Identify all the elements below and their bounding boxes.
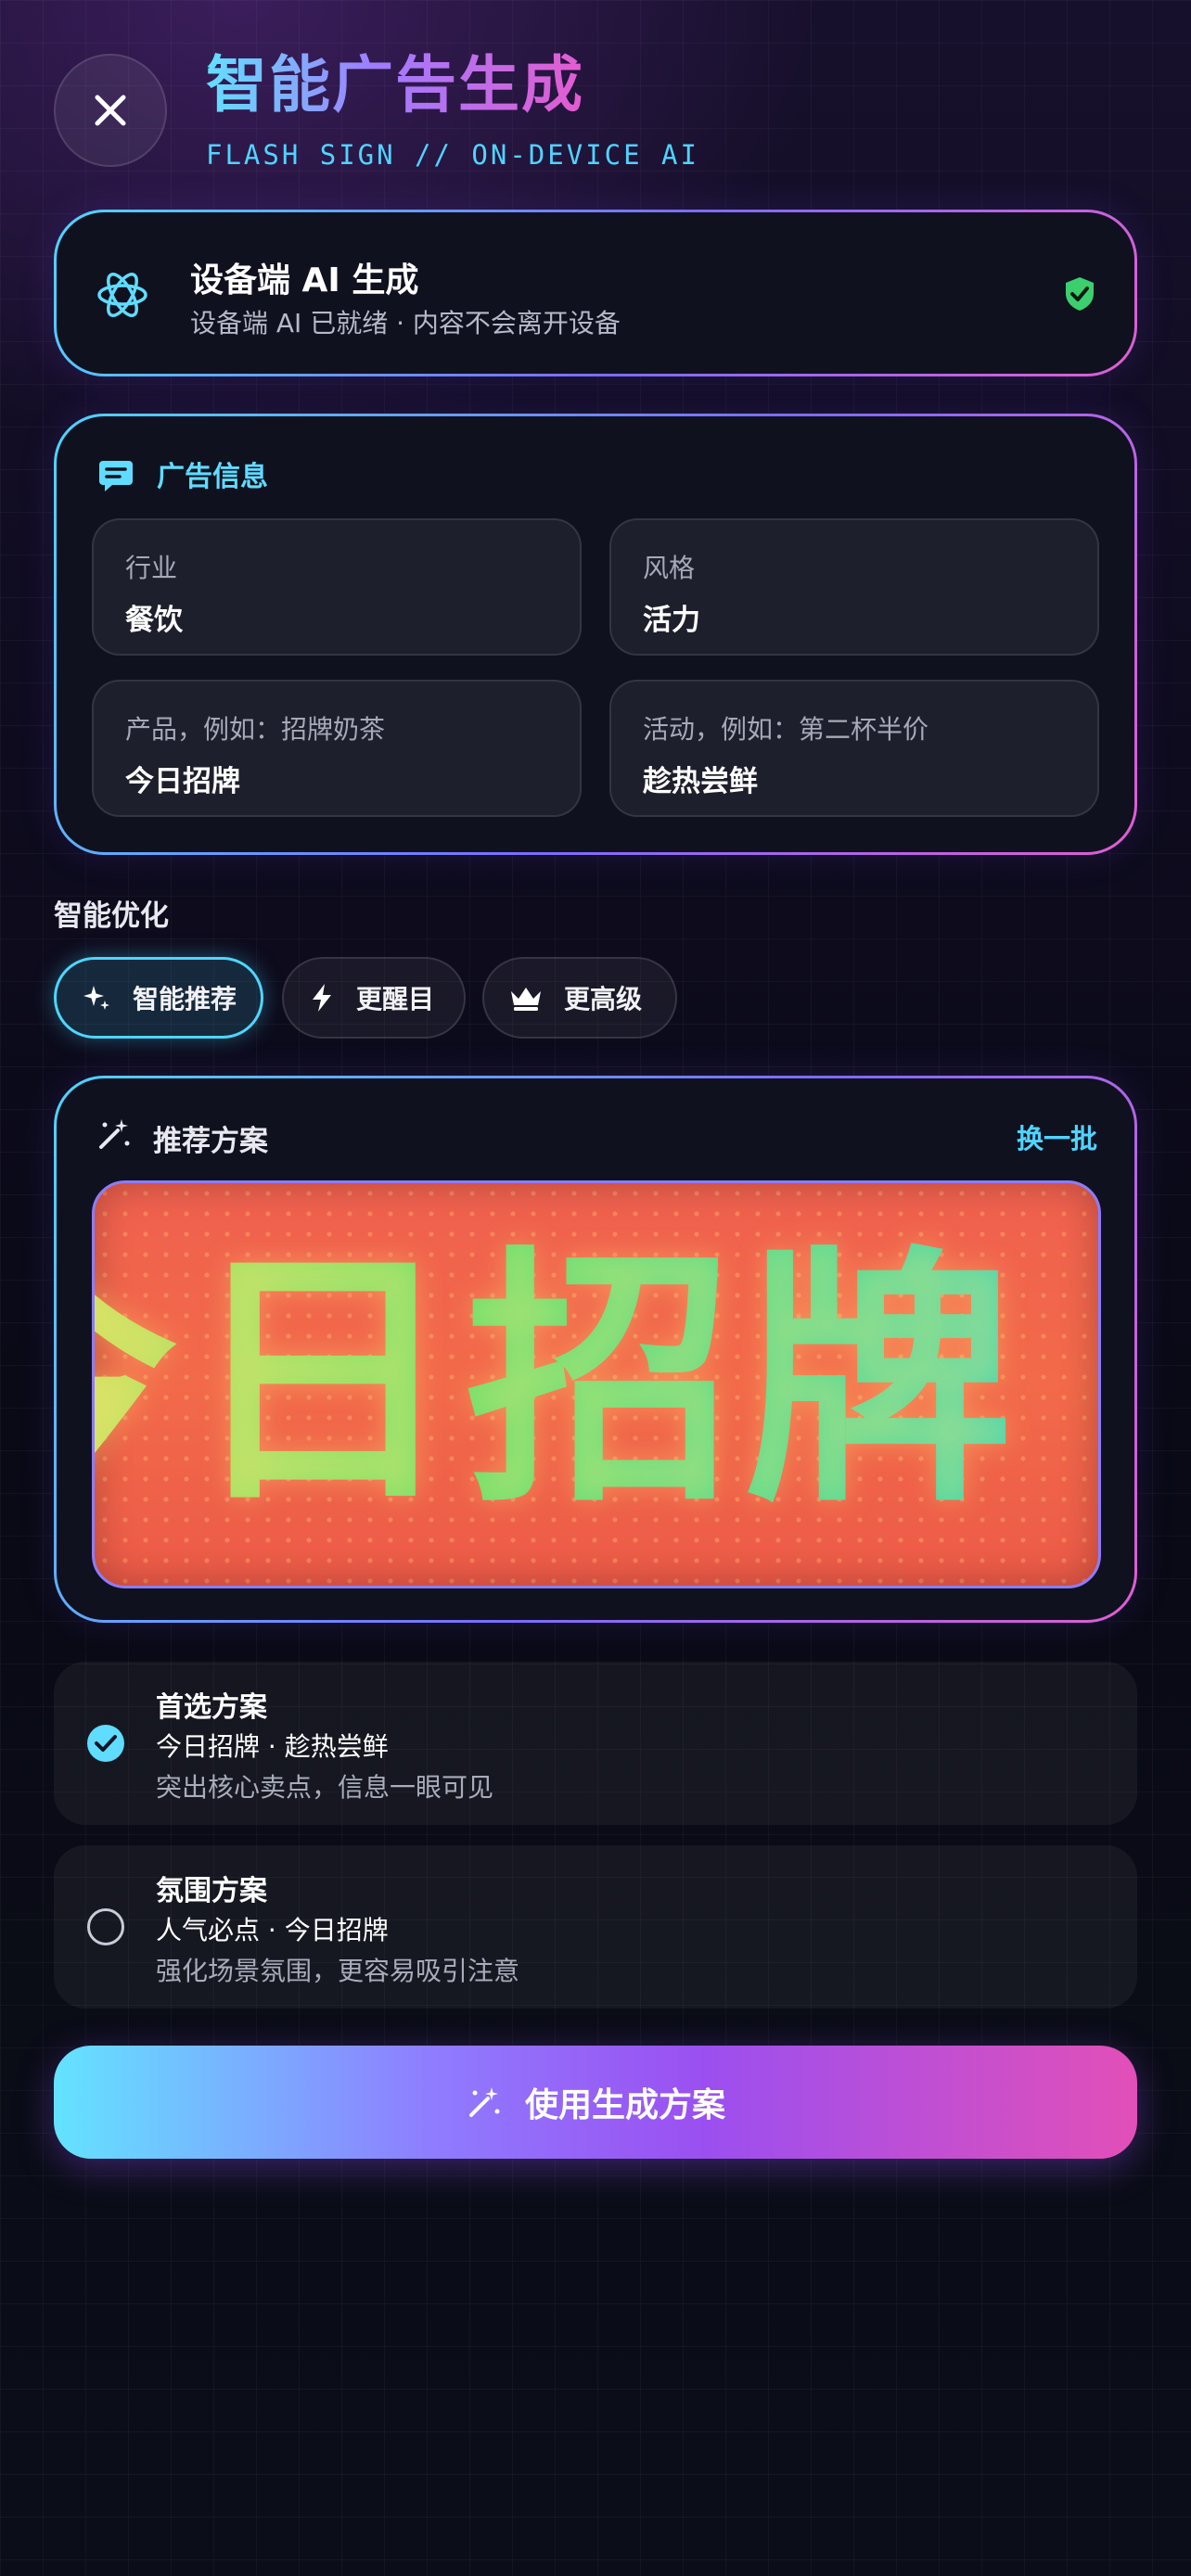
bolt-icon	[313, 984, 331, 1012]
ad-info-card: 广告信息 行业 餐饮 风格 活力 产品，例如：招牌奶茶 今日招牌 活动，例如：第…	[54, 414, 1137, 855]
chip-more-eye-catching[interactable]: 更醒目	[282, 957, 466, 1039]
message-icon	[99, 461, 133, 491]
ad-preview-banner[interactable]: 今日招牌 · 趁热尝鲜	[92, 1180, 1101, 1588]
ad-info-label: 广告信息	[157, 461, 268, 493]
use-generated-plan-button[interactable]: 使用生成方案	[54, 2046, 1137, 2159]
plan-option-primary[interactable]: 首选方案 今日招牌 · 趁热尝鲜 突出核心卖点，信息一眼可见	[54, 1662, 1137, 1825]
close-button[interactable]	[54, 54, 167, 167]
plan-text: 人气必点 · 今日招牌	[156, 1915, 389, 1945]
refresh-button[interactable]: 换一批	[1017, 1117, 1097, 1156]
magic-wand-icon	[99, 1119, 130, 1149]
sparkle-icon	[83, 986, 109, 1010]
plan-text: 今日招牌 · 趁热尝鲜	[156, 1731, 389, 1762]
industry-value: 餐饮	[125, 604, 183, 637]
page-title: 智能广告生成	[206, 49, 584, 121]
promotion-value: 趁热尝鲜	[643, 765, 758, 798]
style-value: 活力	[643, 604, 700, 637]
optimize-title: 智能优化	[54, 899, 169, 933]
chip-label: 智能推荐	[133, 984, 237, 1014]
ai-status-card: 设备端 AI 生成 设备端 AI 已就绪 · 内容不会离开设备	[54, 210, 1137, 376]
plan-description: 突出核心卖点，信息一眼可见	[156, 1772, 494, 1803]
style-field[interactable]: 风格 活力	[609, 518, 1099, 656]
ai-status-title: 设备端 AI 生成	[190, 261, 419, 300]
close-icon	[95, 95, 126, 126]
plan-description: 强化场景氛围，更容易吸引注意	[156, 1956, 520, 1986]
industry-field[interactable]: 行业 餐饮	[92, 518, 582, 656]
ad-preview-text: 今日招牌 · 趁热尝鲜	[95, 1230, 1098, 1536]
plan-option-atmosphere[interactable]: 氛围方案 人气必点 · 今日招牌 强化场景氛围，更容易吸引注意	[54, 1845, 1137, 2009]
recommendation-title: 推荐方案	[153, 1125, 268, 1158]
page-subtitle: FLASH SIGN // ON-DEVICE AI	[206, 139, 699, 171]
chip-label: 更高级	[564, 984, 643, 1014]
product-value: 今日招牌	[125, 765, 240, 798]
crown-icon	[511, 988, 541, 1011]
radio-checked-icon[interactable]	[87, 1725, 124, 1762]
chip-label: 更醒目	[356, 984, 435, 1014]
ai-status-subtitle: 设备端 AI 已就绪 · 内容不会离开设备	[190, 308, 621, 338]
chip-more-premium[interactable]: 更高级	[482, 957, 677, 1039]
style-label: 风格	[643, 553, 696, 583]
recommendation-card: 推荐方案 换一批 今日招牌 · 趁热尝鲜	[54, 1076, 1137, 1623]
product-label: 产品，例如：招牌奶茶	[125, 714, 386, 745]
shield-check-icon	[1066, 277, 1094, 311]
plan-heading: 氛围方案	[156, 1875, 267, 1907]
ai-atom-icon	[97, 273, 147, 317]
promotion-label: 活动，例如：第二杯半价	[643, 714, 929, 745]
radio-unchecked-icon[interactable]	[87, 1908, 124, 1945]
promotion-field[interactable]: 活动，例如：第二杯半价 趁热尝鲜	[609, 680, 1099, 817]
industry-label: 行业	[125, 553, 178, 583]
cta-label: 使用生成方案	[524, 2086, 725, 2124]
plan-heading: 首选方案	[156, 1691, 267, 1724]
chip-smart-recommend[interactable]: 智能推荐	[54, 957, 263, 1039]
magic-wand-icon	[468, 2087, 500, 2117]
product-field[interactable]: 产品，例如：招牌奶茶 今日招牌	[92, 680, 582, 817]
